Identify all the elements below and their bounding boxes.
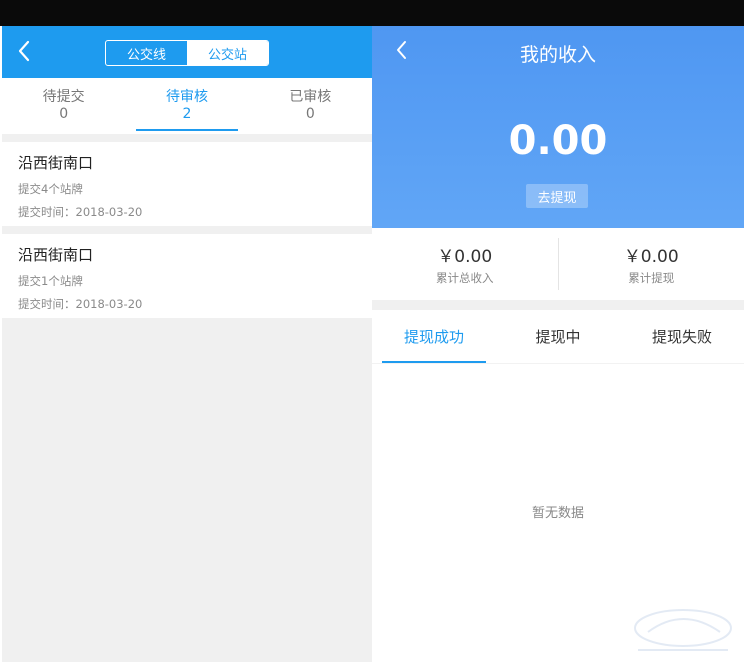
income-stats: ￥0.00 累计总收入 ￥0.00 累计提现 bbox=[372, 228, 744, 300]
segment-bus-station[interactable]: 公交站 bbox=[187, 41, 268, 65]
review-status-tabs: 待提交 0 待审核 2 已审核 0 bbox=[2, 78, 372, 134]
withdraw-status-tabs: 提现成功 提现中 提现失败 bbox=[372, 310, 744, 364]
list-item[interactable]: 沿西街南口 提交1个站牌 提交时间：2018-03-20 bbox=[2, 234, 372, 318]
withdraw-button[interactable]: 去提现 bbox=[526, 184, 588, 208]
segment-bus-line[interactable]: 公交线 bbox=[106, 41, 187, 65]
tab-label: 待提交 bbox=[42, 89, 85, 105]
submission-count: 提交1个站牌 bbox=[18, 274, 83, 288]
total-withdrawn-stat: ￥0.00 累计提现 bbox=[559, 228, 744, 300]
stat-value: ￥0.00 bbox=[437, 247, 493, 267]
tab-count: 0 bbox=[59, 106, 69, 122]
status-bar bbox=[0, 0, 744, 26]
tab-withdraw-success[interactable]: 提现成功 bbox=[372, 310, 496, 363]
submission-time: 提交时间：2018-03-20 bbox=[18, 297, 143, 311]
submission-count: 提交4个站牌 bbox=[18, 182, 83, 196]
left-header: 公交线 公交站 bbox=[2, 26, 372, 78]
income-header: 我的收入 0.00 去提现 bbox=[372, 26, 744, 228]
chevron-left-icon[interactable] bbox=[12, 38, 38, 64]
section-gap bbox=[372, 300, 744, 310]
stat-label: 累计总收入 bbox=[436, 271, 494, 285]
route-station-toggle: 公交线 公交站 bbox=[105, 40, 269, 66]
income-amount: 0.00 bbox=[508, 118, 608, 164]
empty-state-text: 暂无数据 bbox=[531, 506, 584, 521]
stat-value: ￥0.00 bbox=[623, 247, 679, 267]
station-name: 沿西街南口 bbox=[18, 246, 94, 264]
tab-count: 0 bbox=[305, 106, 315, 122]
my-income-panel: 我的收入 0.00 去提现 ￥0.00 累计总收入 ￥0.00 累计提现 提现成… bbox=[372, 26, 744, 662]
tab-pending-review[interactable]: 待审核 2 bbox=[125, 78, 248, 134]
tab-label: 已审核 bbox=[289, 89, 332, 105]
tab-withdraw-pending[interactable]: 提现中 bbox=[496, 310, 620, 363]
tab-withdraw-failed[interactable]: 提现失败 bbox=[620, 310, 744, 363]
submission-time: 提交时间：2018-03-20 bbox=[18, 205, 143, 219]
total-income-stat: ￥0.00 累计总收入 bbox=[372, 228, 558, 300]
station-name: 沿西街南口 bbox=[18, 154, 94, 172]
list-item[interactable]: 沿西街南口 提交4个站牌 提交时间：2018-03-20 bbox=[2, 142, 372, 226]
tab-reviewed[interactable]: 已审核 0 bbox=[249, 78, 372, 134]
watermark-logo-icon bbox=[634, 609, 732, 651]
page-title: 我的收入 bbox=[519, 44, 596, 66]
stat-label: 累计提现 bbox=[628, 271, 675, 285]
tab-label: 待审核 bbox=[165, 89, 208, 105]
submission-review-panel: 公交线 公交站 待提交 0 待审核 2 已审核 0 沿西街南口 提交4个站牌 提… bbox=[2, 26, 372, 662]
tab-count: 2 bbox=[182, 106, 192, 122]
tab-pending-submit[interactable]: 待提交 0 bbox=[2, 78, 125, 134]
